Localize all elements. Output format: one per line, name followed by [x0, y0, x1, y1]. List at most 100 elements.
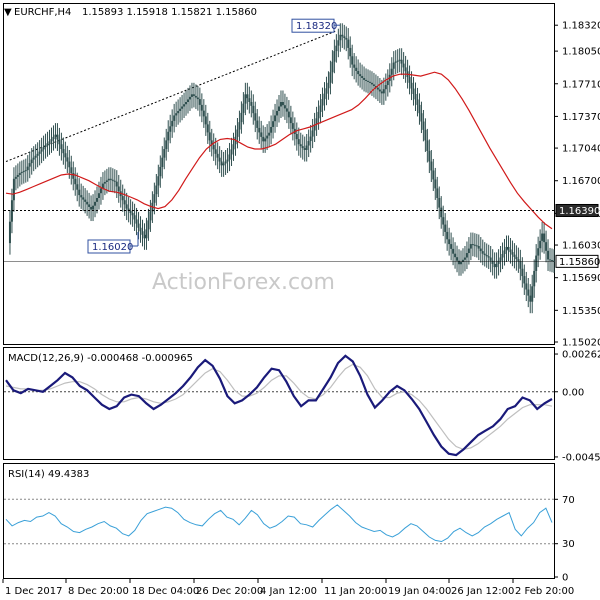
candle-body	[74, 178, 77, 185]
candle-body	[167, 131, 170, 141]
candle-body	[378, 89, 381, 92]
candle-body	[28, 163, 31, 167]
candle-body	[14, 176, 17, 179]
candle-body	[311, 130, 314, 137]
price-tick-label: 1.18050	[562, 47, 600, 58]
candle-body	[523, 276, 526, 284]
candle-body	[196, 97, 199, 100]
candle-body	[329, 72, 332, 83]
candle-body	[426, 140, 429, 151]
candle-body	[355, 67, 358, 71]
candle-body	[295, 134, 298, 140]
candle-body	[228, 154, 231, 160]
candle-body	[260, 132, 263, 137]
candle-body	[390, 68, 393, 75]
candle-body	[60, 144, 63, 150]
x-axis: 1 Dec 2017 8 Dec 20:00 18 Dec 04:0026 Dec …	[2, 579, 574, 597]
header-ohlc: 1.15893 1.15918 1.15821 1.15860	[82, 7, 257, 18]
x-tick-label: 26 Jan 12:00	[451, 586, 514, 597]
candle-body	[493, 263, 496, 268]
candle-body	[12, 178, 15, 201]
header-symbol: EURCHF,H4	[14, 7, 71, 18]
header-marker-icon: ▼	[4, 7, 12, 18]
candle-body	[274, 115, 277, 122]
candle-body	[109, 178, 112, 180]
x-tick-label: 8 Dec 20:00	[68, 586, 129, 597]
candle-body	[276, 110, 279, 116]
price-tick-label: 1.17710	[562, 79, 600, 90]
candle-body	[359, 74, 362, 77]
rsi-tick-label: 0	[562, 573, 568, 584]
candle-body	[192, 94, 195, 96]
candle-body	[270, 126, 273, 133]
candle-body	[473, 244, 476, 246]
candle-body	[68, 161, 71, 168]
candle-body	[450, 244, 453, 249]
rsi-series	[5, 504, 553, 543]
candle-body	[402, 63, 405, 68]
candle-body	[463, 257, 466, 260]
x-tick-label: 1 Dec 2017	[5, 586, 63, 597]
candle-body	[485, 254, 488, 257]
candle-body	[309, 136, 312, 142]
candle-body	[281, 102, 284, 106]
chart-canvas: ▼ EURCHF,H4 1.15893 1.15918 1.15821 1.15…	[2, 3, 600, 597]
candle-body	[185, 102, 188, 105]
rsi-line	[5, 504, 553, 543]
candle-body	[46, 143, 49, 146]
candle-body	[78, 189, 81, 196]
candle-body	[20, 172, 23, 174]
candle-body	[418, 104, 421, 114]
candle-body	[339, 34, 342, 41]
candle-body	[123, 200, 126, 205]
candle-body	[216, 153, 219, 158]
candle-body	[133, 215, 136, 220]
candle-body	[357, 70, 360, 75]
candle-body	[272, 121, 275, 127]
candle-body	[503, 250, 506, 254]
candle-body	[511, 252, 514, 255]
candle-body	[84, 199, 87, 202]
candle-body	[299, 144, 302, 147]
price-label-text: 1.16390	[559, 206, 600, 217]
x-tick-label: 19 Jan 04:00	[388, 586, 451, 597]
candle-body	[535, 255, 538, 271]
candle-body	[97, 193, 100, 198]
candle-body	[337, 40, 340, 46]
candle-body	[157, 176, 160, 186]
candle-body	[202, 110, 205, 117]
candle-body	[264, 138, 267, 142]
candle-body	[105, 180, 108, 182]
candle-body	[434, 179, 437, 189]
candle-body	[256, 120, 259, 128]
candle-body	[173, 115, 176, 121]
candle-body	[465, 253, 468, 258]
candle-body	[541, 233, 544, 241]
candle-body	[64, 153, 67, 158]
candle-body	[139, 227, 142, 232]
candle-body	[220, 161, 223, 166]
candle-body	[42, 147, 45, 150]
candle-body	[396, 60, 399, 62]
candle-body	[62, 149, 65, 154]
candle-body	[380, 91, 383, 94]
candle-body	[50, 139, 53, 142]
candle-body	[206, 124, 209, 133]
candle-body	[54, 134, 57, 137]
candle-body	[454, 253, 457, 258]
candle-body	[475, 245, 478, 247]
candle-body	[254, 113, 257, 121]
candle-body	[481, 251, 484, 254]
x-tick-label: 2 Feb 20:00	[515, 586, 574, 597]
candle-body	[248, 98, 251, 102]
price-tick-label: 1.15020	[562, 338, 600, 349]
candle-body	[519, 261, 522, 269]
candle-body	[232, 144, 235, 150]
candle-body	[183, 104, 186, 107]
candle-body	[422, 121, 425, 130]
candle-body	[317, 111, 320, 119]
candle-body	[80, 195, 83, 198]
candle-body	[238, 122, 241, 130]
candle-body	[24, 170, 27, 172]
candle-body	[145, 229, 148, 239]
